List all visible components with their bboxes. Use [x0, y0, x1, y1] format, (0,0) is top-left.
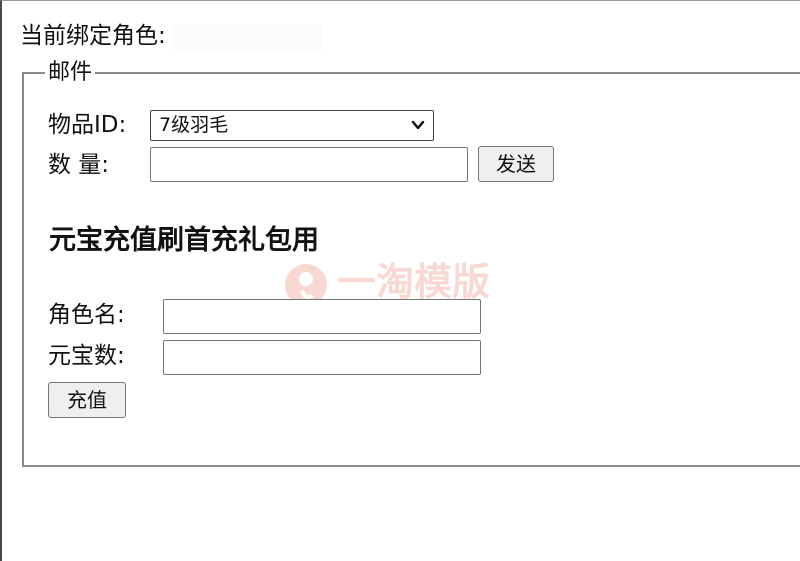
quantity-label: 数 量:: [48, 152, 110, 178]
item-id-selected-value: 7级羽毛: [159, 114, 229, 136]
yuanbao-input[interactable]: [163, 340, 481, 375]
chevron-down-icon: [411, 120, 425, 130]
recharge-title: 元宝充值刷首充礼包用: [49, 225, 319, 256]
item-id-select[interactable]: 7级羽毛: [150, 110, 434, 141]
bound-role-row: 当前绑定角色:: [20, 21, 322, 51]
item-id-label: 物品ID:: [48, 112, 127, 138]
yuanbao-label: 元宝数:: [48, 343, 125, 369]
bound-role-value: [171, 23, 322, 50]
page: 当前绑定角色: 邮件 物品ID: 7级羽毛 数 量: 发送 元宝充值刷首充礼包用…: [0, 0, 800, 561]
send-button[interactable]: 发送: [478, 146, 554, 182]
role-name-label: 角色名:: [48, 302, 125, 328]
bound-role-label: 当前绑定角色:: [20, 23, 166, 49]
recharge-button[interactable]: 充值: [48, 382, 126, 418]
mail-legend: 邮件: [48, 60, 93, 85]
quantity-input[interactable]: [150, 147, 468, 182]
watermark-text: 一淘模版: [338, 260, 491, 304]
role-name-input[interactable]: [163, 299, 481, 334]
